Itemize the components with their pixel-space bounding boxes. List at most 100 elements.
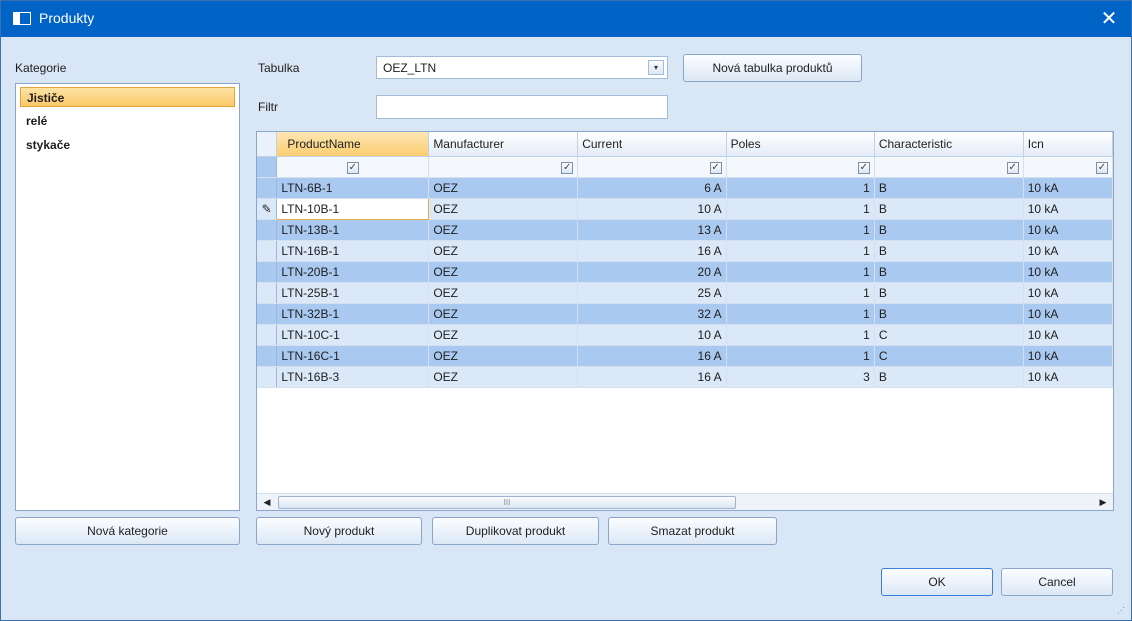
cell-characteristic[interactable]: B: [874, 282, 1024, 304]
table-row[interactable]: LTN-32B-1 OEZ 32 A 1 B 10 kA: [257, 303, 1113, 325]
cell-poles[interactable]: 1: [726, 219, 875, 241]
cell-manufacturer[interactable]: OEZ: [428, 261, 579, 283]
edit-pencil-icon[interactable]: ✎: [257, 198, 278, 220]
cell-icn[interactable]: 10 kA: [1023, 345, 1113, 367]
table-row[interactable]: LTN-16B-3 OEZ 16 A 3 B 10 kA: [257, 366, 1113, 388]
column-header-productname[interactable]: ProductName: [276, 132, 430, 157]
delete-product-button[interactable]: Smazat produkt: [608, 517, 777, 545]
column-header-icn[interactable]: Icn: [1023, 132, 1113, 157]
cell-characteristic[interactable]: B: [874, 219, 1024, 241]
cell-current[interactable]: 16 A: [577, 366, 727, 388]
cell-poles[interactable]: 1: [726, 198, 875, 220]
cell-icn[interactable]: 10 kA: [1023, 177, 1113, 199]
cell-poles[interactable]: 1: [726, 345, 875, 367]
filter-input[interactable]: [376, 95, 668, 119]
cell-productname[interactable]: LTN-10C-1: [276, 324, 430, 346]
column-header-characteristic[interactable]: Characteristic: [874, 132, 1024, 157]
resize-grip-icon[interactable]: ⋰: [1117, 606, 1127, 616]
filter-checkbox[interactable]: ✓: [346, 162, 359, 174]
table-select[interactable]: OEZ_LTN ▾: [376, 56, 668, 79]
cell-icn[interactable]: 10 kA: [1023, 240, 1113, 262]
cell-productname[interactable]: LTN-16B-3: [276, 366, 430, 388]
row-indicator[interactable]: [257, 219, 278, 241]
cell-current[interactable]: 16 A: [577, 240, 727, 262]
cancel-button[interactable]: Cancel: [1001, 568, 1113, 596]
cell-productname[interactable]: LTN-6B-1: [276, 177, 430, 199]
cell-manufacturer[interactable]: OEZ: [428, 366, 579, 388]
table-row[interactable]: LTN-16B-1 OEZ 16 A 1 B 10 kA: [257, 240, 1113, 262]
cell-icn[interactable]: 10 kA: [1023, 219, 1113, 241]
cell-icn[interactable]: 10 kA: [1023, 282, 1113, 304]
cell-icn[interactable]: 10 kA: [1023, 366, 1113, 388]
cell-productname[interactable]: LTN-10B-1: [276, 197, 430, 220]
filter-checkbox[interactable]: ✓: [857, 162, 870, 174]
table-row[interactable]: ✎ LTN-10B-1 OEZ 10 A 1 B 10 kA: [257, 197, 1113, 220]
cell-productname[interactable]: LTN-32B-1: [276, 303, 430, 325]
cell-icn[interactable]: 10 kA: [1023, 198, 1113, 220]
row-indicator[interactable]: [257, 324, 278, 346]
duplicate-product-button[interactable]: Duplikovat produkt: [432, 517, 599, 545]
filter-checkbox[interactable]: ✓: [561, 162, 574, 174]
cell-poles[interactable]: 1: [726, 240, 875, 262]
cell-poles[interactable]: 1: [726, 324, 875, 346]
column-header-poles[interactable]: Poles: [726, 132, 875, 157]
cell-current[interactable]: 20 A: [577, 261, 727, 283]
cell-current[interactable]: 10 A: [577, 198, 727, 220]
table-row[interactable]: LTN-6B-1 OEZ 6 A 1 B 10 kA: [257, 177, 1113, 199]
cell-current[interactable]: 6 A: [577, 177, 727, 199]
products-grid[interactable]: ProductName Manufacturer Current Poles C…: [256, 131, 1114, 511]
cell-icn[interactable]: 10 kA: [1023, 261, 1113, 283]
cell-poles[interactable]: 1: [726, 261, 875, 283]
filter-checkbox[interactable]: ✓: [709, 162, 722, 174]
cell-manufacturer[interactable]: OEZ: [428, 303, 579, 325]
table-row[interactable]: LTN-10C-1 OEZ 10 A 1 C 10 kA: [257, 324, 1113, 346]
cell-poles[interactable]: 1: [726, 177, 875, 199]
new-category-button[interactable]: Nová kategorie: [15, 517, 240, 545]
new-table-button[interactable]: Nová tabulka produktů: [683, 54, 862, 82]
cell-poles[interactable]: 3: [726, 366, 875, 388]
filter-checkbox[interactable]: ✓: [1006, 162, 1019, 174]
categories-list[interactable]: Jističe relé stykače: [15, 83, 240, 511]
table-row[interactable]: LTN-13B-1 OEZ 13 A 1 B 10 kA: [257, 219, 1113, 241]
cell-manufacturer[interactable]: OEZ: [428, 177, 579, 199]
cell-manufacturer[interactable]: OEZ: [428, 198, 579, 220]
table-row[interactable]: LTN-16C-1 OEZ 16 A 1 C 10 kA: [257, 345, 1113, 367]
cell-characteristic[interactable]: B: [874, 198, 1024, 220]
new-product-button[interactable]: Nový produkt: [256, 517, 422, 545]
cell-manufacturer[interactable]: OEZ: [428, 219, 579, 241]
cell-characteristic[interactable]: B: [874, 303, 1024, 325]
scroll-thumb[interactable]: III: [278, 496, 736, 509]
cell-productname[interactable]: LTN-16C-1: [276, 345, 430, 367]
cell-manufacturer[interactable]: OEZ: [428, 240, 579, 262]
cell-current[interactable]: 16 A: [577, 345, 727, 367]
category-item-stykace[interactable]: stykače: [20, 135, 235, 155]
filter-checkbox[interactable]: ✓: [1096, 162, 1108, 174]
cell-poles[interactable]: 1: [726, 303, 875, 325]
row-indicator[interactable]: [257, 240, 278, 262]
row-indicator[interactable]: [257, 177, 278, 199]
cell-current[interactable]: 25 A: [577, 282, 727, 304]
table-row[interactable]: LTN-20B-1 OEZ 20 A 1 B 10 kA: [257, 261, 1113, 283]
cell-characteristic[interactable]: B: [874, 240, 1024, 262]
scroll-left-icon[interactable]: ◀: [259, 494, 275, 510]
cell-productname[interactable]: LTN-25B-1: [276, 282, 430, 304]
cell-productname[interactable]: LTN-20B-1: [276, 261, 430, 283]
cell-manufacturer[interactable]: OEZ: [428, 282, 579, 304]
row-indicator[interactable]: [257, 261, 278, 283]
cell-manufacturer[interactable]: OEZ: [428, 345, 579, 367]
column-header-current[interactable]: Current: [577, 132, 727, 157]
row-indicator[interactable]: [257, 366, 278, 388]
horizontal-scrollbar[interactable]: ◀ III ▶: [257, 493, 1113, 510]
scroll-right-icon[interactable]: ▶: [1095, 494, 1111, 510]
cell-current[interactable]: 10 A: [577, 324, 727, 346]
cell-manufacturer[interactable]: OEZ: [428, 324, 579, 346]
cell-characteristic[interactable]: B: [874, 261, 1024, 283]
cell-poles[interactable]: 1: [726, 282, 875, 304]
cell-icn[interactable]: 10 kA: [1023, 324, 1113, 346]
cell-productname[interactable]: LTN-16B-1: [276, 240, 430, 262]
category-item-rele[interactable]: relé: [20, 111, 235, 131]
row-indicator[interactable]: [257, 282, 278, 304]
ok-button[interactable]: OK: [881, 568, 993, 596]
column-header-manufacturer[interactable]: Manufacturer: [428, 132, 579, 157]
close-icon[interactable]: ✕: [1095, 5, 1123, 33]
